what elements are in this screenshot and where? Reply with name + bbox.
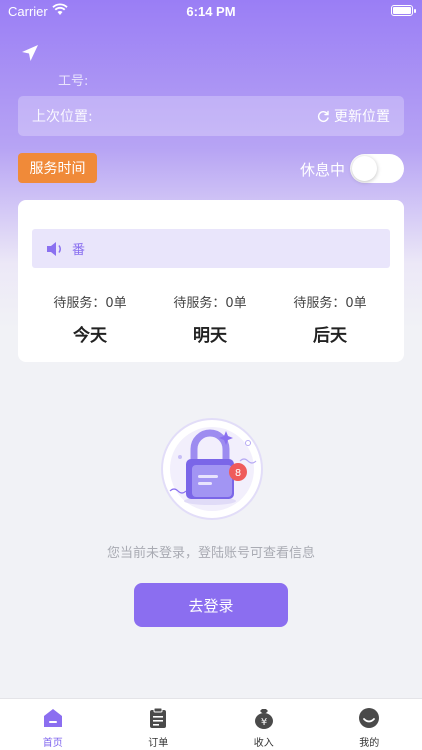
refresh-icon — [317, 110, 329, 122]
order-icon — [150, 707, 167, 728]
income-icon: ¥ — [254, 709, 273, 729]
tab-profile[interactable]: 我的 — [317, 699, 422, 750]
home-icon — [43, 709, 62, 727]
service-time-button[interactable]: 服务时间 — [18, 153, 97, 183]
schedule-card: 番 待服务：0单 今天 待服务：0单 明天 待服务：0单 后天 — [18, 200, 404, 362]
day-today[interactable]: 待服务：0单 今天 — [30, 292, 150, 346]
announcement-text: 番 — [72, 243, 86, 258]
status-bar: Carrier 6:14 PM — [0, 0, 422, 24]
rest-status-label: 休息中 — [300, 161, 346, 179]
login-hint-text: 您当前未登录，登陆账号可查看信息 — [106, 546, 315, 561]
job-number-label: 工号: — [58, 74, 89, 89]
rest-toggle[interactable] — [350, 154, 404, 183]
pending-count: 待服务：0单 — [173, 296, 247, 311]
last-location-bar: 上次位置: 更新位置 — [18, 96, 404, 136]
tab-label: 订单 — [148, 738, 169, 749]
pending-count: 待服务：0单 — [53, 296, 127, 311]
svg-text:8: 8 — [235, 468, 241, 479]
day-after-tomorrow[interactable]: 待服务：0单 后天 — [270, 292, 390, 346]
tab-label: 我的 — [359, 738, 380, 749]
profile-icon — [359, 708, 380, 728]
svg-text:¥: ¥ — [261, 717, 267, 728]
day-summary-row: 待服务：0单 今天 待服务：0单 明天 待服务：0单 后天 — [18, 292, 404, 346]
speaker-icon — [47, 241, 61, 256]
tab-orders[interactable]: 订单 — [106, 699, 212, 750]
day-name: 今天 — [73, 326, 107, 346]
refresh-location-label: 更新位置 — [334, 109, 390, 125]
last-location-label: 上次位置: — [32, 109, 93, 125]
announcement-bar[interactable]: 番 — [32, 229, 390, 268]
location-arrow-icon[interactable] — [20, 43, 40, 63]
clock: 6:14 PM — [186, 4, 236, 19]
day-name: 后天 — [313, 326, 347, 346]
tab-label: 首页 — [42, 738, 63, 749]
day-tomorrow[interactable]: 待服务：0单 明天 — [150, 292, 270, 346]
login-button[interactable]: 去登录 — [134, 583, 288, 627]
refresh-location-button[interactable]: 更新位置 — [317, 106, 390, 126]
pending-count: 待服务：0单 — [293, 296, 367, 311]
toggle-knob — [352, 156, 377, 181]
battery-icon — [391, 5, 416, 16]
tab-label: 收入 — [253, 738, 274, 749]
day-name: 明天 — [193, 326, 227, 346]
tab-income[interactable]: ¥ 收入 — [211, 699, 317, 750]
tab-home[interactable]: 首页 — [0, 699, 106, 750]
lock-illustration-icon: 8 — [161, 418, 263, 520]
tab-bar: 首页 订单 ¥ 收入 我的 — [0, 698, 422, 750]
